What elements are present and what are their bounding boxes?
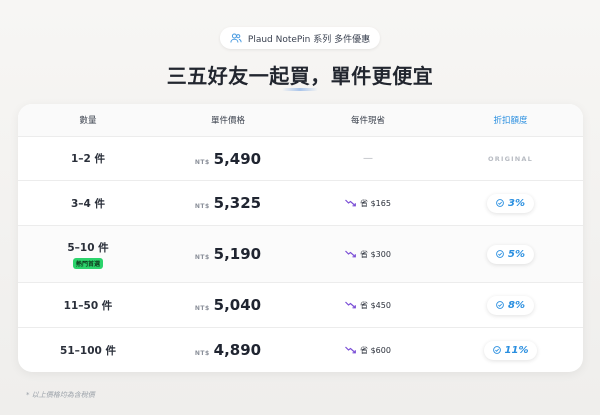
unit-price: NT$ 4,890: [195, 341, 261, 359]
table-row-popular: 5–10 件 熱門首選 NT$ 5,190 省 $300 5%: [18, 226, 583, 283]
page-title: 三五好友一起買，單件更便宜: [166, 64, 434, 88]
currency-label: NT$: [194, 158, 210, 166]
unit-price: NT$ 5,040: [195, 296, 261, 314]
table-header: 數量 單件價格 每件現省 折扣額度: [18, 104, 583, 137]
table-row: 3–4 件 NT$ 5,325 省 $165 3%: [18, 181, 583, 226]
unit-price: NT$ 5,325: [195, 194, 261, 212]
pricing-table: 數量 單件價格 每件現省 折扣額度 1–2 件 NT$ 5,490 — ORIG…: [18, 104, 583, 372]
currency-label: NT$: [194, 350, 210, 357]
quantity-label: 1–2 件: [70, 153, 106, 165]
savings-amount: 省 $165: [360, 198, 391, 208]
users-icon: [230, 33, 242, 43]
quantity-label: 11–50 件: [63, 299, 113, 312]
discount-badge: 8%: [487, 295, 534, 315]
tax-footnote: * 以上價格均為含稅價: [26, 391, 95, 399]
trend-down-icon: [345, 250, 356, 258]
column-header-quantity: 數量: [79, 116, 97, 126]
quantity-label: 5–10 件: [67, 241, 109, 254]
savings-cell: 省 $450: [345, 300, 391, 311]
savings-amount: 省 $450: [360, 300, 391, 310]
promo-pill: Plaud NotePin 系列 多件優惠: [219, 27, 381, 49]
savings-amount: 省 $300: [360, 249, 391, 259]
check-circle-icon: [496, 301, 504, 309]
table-row: 11–50 件 NT$ 5,040 省 $450 8%: [18, 283, 583, 328]
table-row: 1–2 件 NT$ 5,490 — ORIGINAL: [18, 137, 583, 181]
discount-value: 8%: [508, 299, 525, 311]
check-circle-icon: [492, 346, 501, 354]
currency-label: NT$: [194, 203, 210, 210]
price-amount: 5,490: [213, 149, 262, 168]
savings-amount: 省 $600: [360, 345, 391, 355]
column-header-unit-price: 單件價格: [210, 116, 245, 126]
title-underline: [282, 88, 318, 91]
currency-label: NT$: [194, 254, 210, 261]
table-row: 51–100 件 NT$ 4,890 省 $600 11%: [18, 328, 583, 372]
price-amount: 5,325: [213, 194, 262, 212]
check-circle-icon: [496, 250, 504, 258]
trend-down-icon: [345, 301, 356, 309]
discount-value: 3%: [508, 197, 525, 209]
discount-value: 11%: [504, 344, 529, 356]
savings-cell: 省 $165: [345, 198, 391, 209]
check-circle-icon: [496, 199, 504, 207]
popular-badge: 熱門首選: [72, 257, 103, 269]
discount-value: 5%: [508, 248, 525, 260]
savings-cell: 省 $300: [345, 249, 391, 260]
no-savings-dash: —: [363, 153, 373, 164]
price-amount: 4,890: [213, 341, 262, 359]
price-amount: 5,190: [213, 245, 262, 263]
column-header-discount: 折扣額度: [493, 116, 528, 126]
column-header-savings: 每件現省: [350, 116, 385, 126]
trend-down-icon: [345, 346, 356, 354]
pill-label: Plaud NotePin 系列 多件優惠: [247, 34, 371, 45]
discount-badge: 11%: [483, 340, 538, 360]
trend-down-icon: [345, 199, 356, 207]
original-label: ORIGINAL: [488, 154, 533, 163]
unit-price: NT$ 5,190: [195, 245, 261, 263]
quantity-label: 3–4 件: [70, 197, 106, 210]
currency-label: NT$: [194, 305, 210, 312]
quantity-label: 51–100 件: [60, 344, 116, 357]
discount-badge: 5%: [487, 244, 534, 264]
unit-price: NT$ 5,490: [195, 150, 261, 168]
price-amount: 5,040: [213, 296, 262, 314]
savings-cell: 省 $600: [345, 345, 391, 356]
discount-badge: 3%: [487, 193, 534, 213]
